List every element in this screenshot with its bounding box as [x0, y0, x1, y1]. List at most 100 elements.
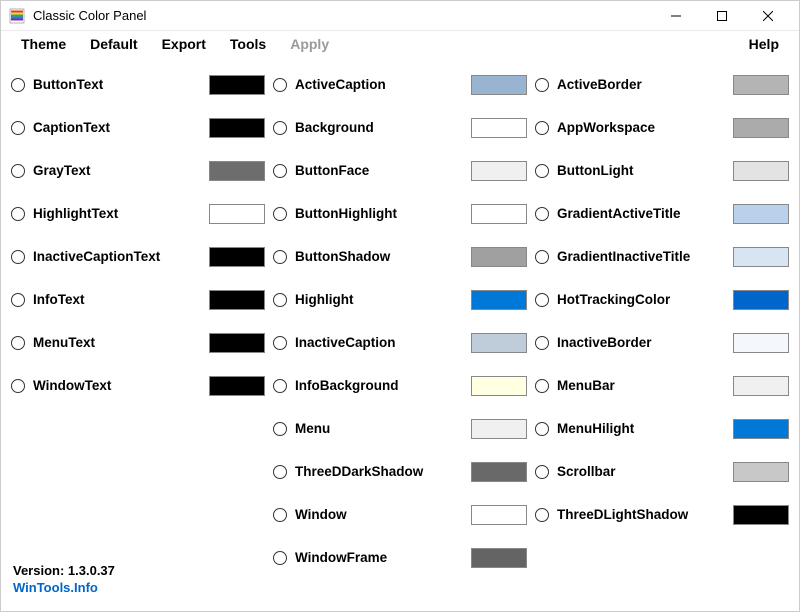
color-swatch-infotext[interactable] — [209, 290, 265, 310]
radio-hottrackingcolor[interactable] — [535, 293, 549, 307]
radio-inactiveborder[interactable] — [535, 336, 549, 350]
menu-theme[interactable]: Theme — [9, 36, 78, 52]
radio-infobackground[interactable] — [273, 379, 287, 393]
radio-captiontext[interactable] — [11, 121, 25, 135]
color-row: ButtonShadow — [273, 235, 527, 278]
color-label: ButtonHighlight — [295, 206, 471, 221]
color-swatch-scrollbar[interactable] — [733, 462, 789, 482]
color-swatch-menuhilight[interactable] — [733, 419, 789, 439]
color-label: InfoText — [33, 292, 209, 307]
color-label: GrayText — [33, 163, 209, 178]
color-swatch-appworkspace[interactable] — [733, 118, 789, 138]
color-swatch-buttonface[interactable] — [471, 161, 527, 181]
radio-graytext[interactable] — [11, 164, 25, 178]
color-swatch-captiontext[interactable] — [209, 118, 265, 138]
radio-menuhilight[interactable] — [535, 422, 549, 436]
color-row: ButtonLight — [535, 149, 789, 192]
color-label: Menu — [295, 421, 471, 436]
color-row: Scrollbar — [535, 450, 789, 493]
radio-windowtext[interactable] — [11, 379, 25, 393]
color-row: ButtonFace — [273, 149, 527, 192]
menu-apply[interactable]: Apply — [278, 36, 341, 52]
color-swatch-menubar[interactable] — [733, 376, 789, 396]
close-button[interactable] — [745, 1, 791, 31]
radio-buttontext[interactable] — [11, 78, 25, 92]
color-swatch-menutext[interactable] — [209, 333, 265, 353]
radio-threeddarkshadow[interactable] — [273, 465, 287, 479]
color-swatch-buttonlight[interactable] — [733, 161, 789, 181]
color-row: WindowFrame — [273, 536, 527, 579]
color-swatch-background[interactable] — [471, 118, 527, 138]
minimize-button[interactable] — [653, 1, 699, 31]
wintools-link[interactable]: WinTools.Info — [13, 579, 115, 597]
color-swatch-activecaption[interactable] — [471, 75, 527, 95]
color-label: Background — [295, 120, 471, 135]
radio-menubar[interactable] — [535, 379, 549, 393]
color-swatch-highlighttext[interactable] — [209, 204, 265, 224]
color-swatch-activeborder[interactable] — [733, 75, 789, 95]
radio-inactivecaptiontext[interactable] — [11, 250, 25, 264]
radio-appworkspace[interactable] — [535, 121, 549, 135]
radio-highlighttext[interactable] — [11, 207, 25, 221]
color-label: CaptionText — [33, 120, 209, 135]
color-row: InfoText — [11, 278, 265, 321]
color-swatch-buttonshadow[interactable] — [471, 247, 527, 267]
color-swatch-graytext[interactable] — [209, 161, 265, 181]
radio-background[interactable] — [273, 121, 287, 135]
radio-highlight[interactable] — [273, 293, 287, 307]
color-swatch-gradientinactivetitle[interactable] — [733, 247, 789, 267]
radio-scrollbar[interactable] — [535, 465, 549, 479]
radio-threedlightshadow[interactable] — [535, 508, 549, 522]
content: ButtonTextCaptionTextGrayTextHighlightTe… — [1, 57, 799, 611]
menu-default[interactable]: Default — [78, 36, 149, 52]
color-swatch-buttontext[interactable] — [209, 75, 265, 95]
color-swatch-inactivecaptiontext[interactable] — [209, 247, 265, 267]
color-swatch-window[interactable] — [471, 505, 527, 525]
color-swatch-hottrackingcolor[interactable] — [733, 290, 789, 310]
color-label: ActiveBorder — [557, 77, 733, 92]
color-label: HotTrackingColor — [557, 292, 733, 307]
radio-activeborder[interactable] — [535, 78, 549, 92]
color-label: GradientActiveTitle — [557, 206, 733, 221]
menubar: Theme Default Export Tools Apply Help — [1, 31, 799, 57]
menu-tools[interactable]: Tools — [218, 36, 278, 52]
color-row: MenuHilight — [535, 407, 789, 450]
color-swatch-gradientactivetitle[interactable] — [733, 204, 789, 224]
color-swatch-highlight[interactable] — [471, 290, 527, 310]
color-swatch-menu[interactable] — [471, 419, 527, 439]
color-swatch-threedlightshadow[interactable] — [733, 505, 789, 525]
color-row: ThreeDDarkShadow — [273, 450, 527, 493]
color-swatch-inactivecaption[interactable] — [471, 333, 527, 353]
radio-window[interactable] — [273, 508, 287, 522]
color-swatch-windowframe[interactable] — [471, 548, 527, 568]
color-label: HighlightText — [33, 206, 209, 221]
radio-menu[interactable] — [273, 422, 287, 436]
radio-menutext[interactable] — [11, 336, 25, 350]
menu-export[interactable]: Export — [150, 36, 218, 52]
color-label: InactiveCaption — [295, 335, 471, 350]
color-row: ThreeDLightShadow — [535, 493, 789, 536]
radio-buttonhighlight[interactable] — [273, 207, 287, 221]
radio-buttonface[interactable] — [273, 164, 287, 178]
color-row: WindowText — [11, 364, 265, 407]
color-swatch-infobackground[interactable] — [471, 376, 527, 396]
radio-gradientactivetitle[interactable] — [535, 207, 549, 221]
radio-buttonlight[interactable] — [535, 164, 549, 178]
color-swatch-windowtext[interactable] — [209, 376, 265, 396]
color-swatch-threeddarkshadow[interactable] — [471, 462, 527, 482]
color-row: InfoBackground — [273, 364, 527, 407]
menu-help[interactable]: Help — [737, 36, 791, 52]
titlebar: Classic Color Panel — [1, 1, 799, 31]
radio-gradientinactivetitle[interactable] — [535, 250, 549, 264]
color-row: ActiveBorder — [535, 63, 789, 106]
radio-activecaption[interactable] — [273, 78, 287, 92]
radio-inactivecaption[interactable] — [273, 336, 287, 350]
color-swatch-buttonhighlight[interactable] — [471, 204, 527, 224]
color-swatch-inactiveborder[interactable] — [733, 333, 789, 353]
radio-infotext[interactable] — [11, 293, 25, 307]
radio-buttonshadow[interactable] — [273, 250, 287, 264]
radio-windowframe[interactable] — [273, 551, 287, 565]
color-row: GradientActiveTitle — [535, 192, 789, 235]
maximize-button[interactable] — [699, 1, 745, 31]
color-row: AppWorkspace — [535, 106, 789, 149]
